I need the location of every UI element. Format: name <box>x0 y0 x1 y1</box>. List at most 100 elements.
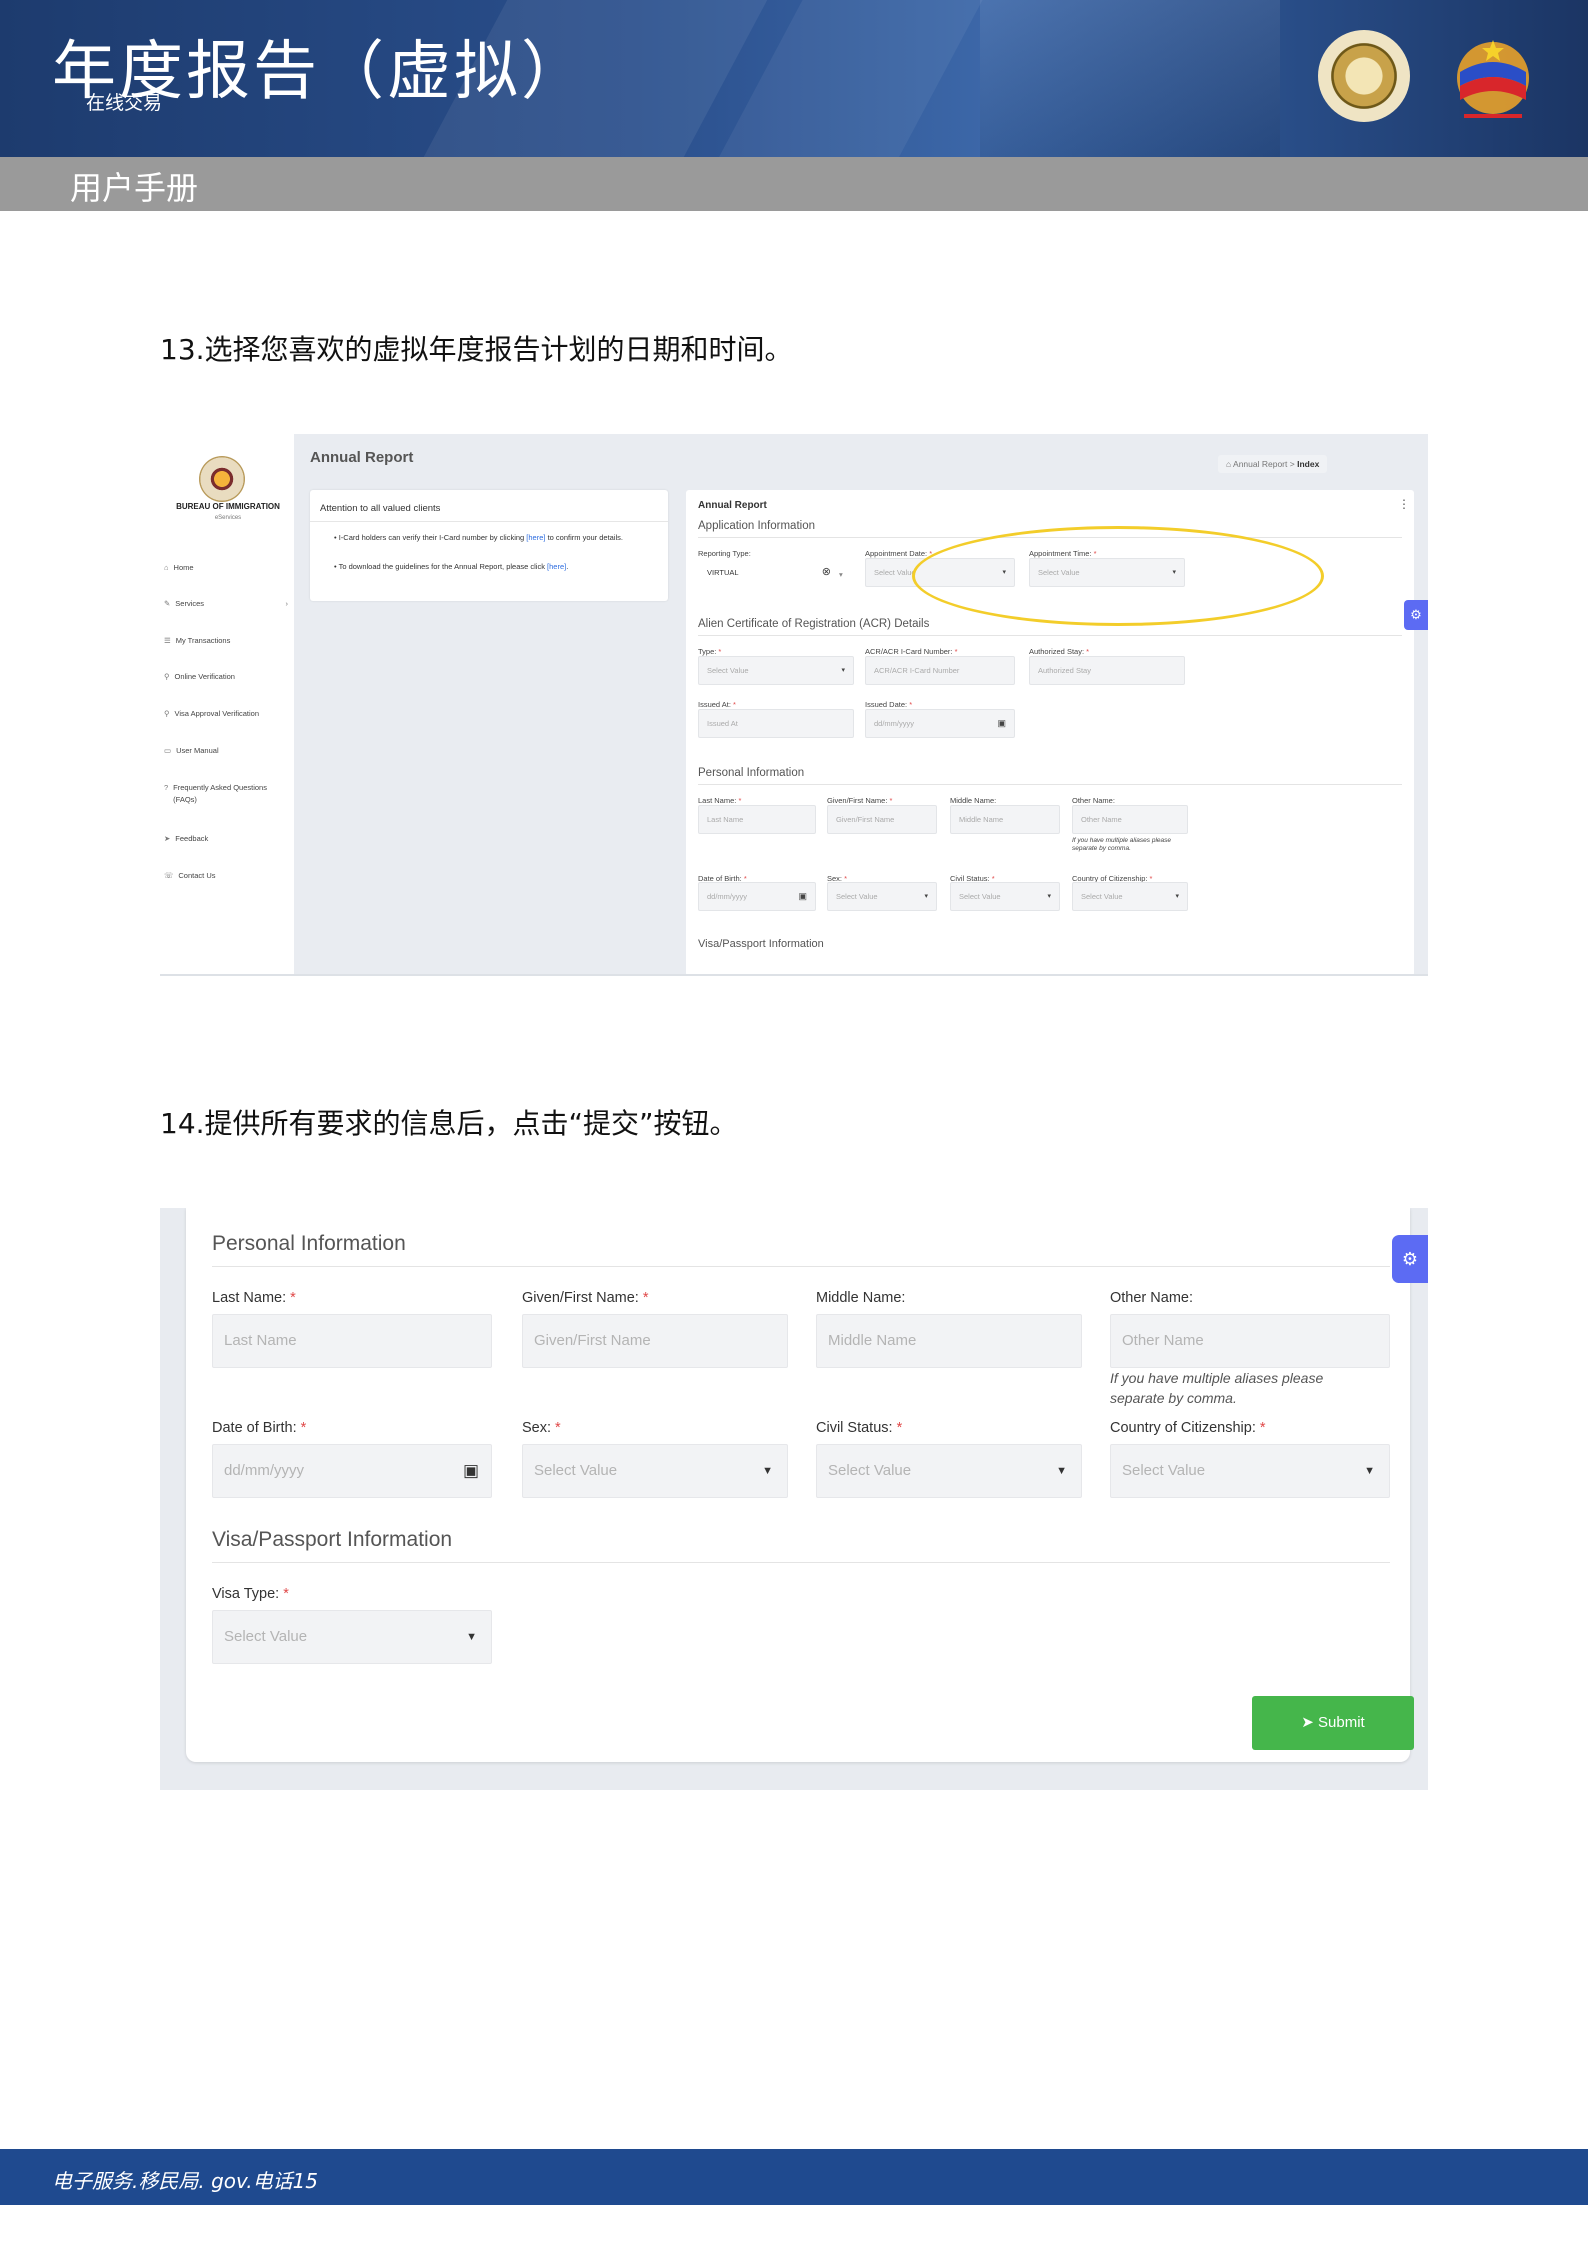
settings-gear-icon[interactable]: ⚙ <box>1404 600 1428 630</box>
chevron-down-icon: ▾ <box>839 570 843 579</box>
submit-button[interactable]: ➤ Submit <box>1252 1696 1414 1750</box>
attention-title: Attention to all valued clients <box>320 503 441 514</box>
authorized-stay-input[interactable]: Authorized Stay <box>1029 656 1185 685</box>
home-icon: ⌂ <box>1226 459 1234 469</box>
other-name-input[interactable]: Other Name <box>1110 1314 1390 1368</box>
calendar-icon[interactable]: ▣ <box>997 710 1006 737</box>
type-select[interactable]: Select Value ▾ <box>698 656 854 685</box>
sidebar-item-online-verification[interactable]: ⚲ Online Verification <box>164 672 292 681</box>
send-icon: ➤ <box>164 834 171 843</box>
chevron-down-icon: ▼ <box>1364 1465 1375 1477</box>
sidebar-item-my-transactions[interactable]: ☰ My Transactions <box>164 636 292 645</box>
sidebar: BUREAU OF IMMIGRATION eServices ⌂ Home ✎ S… <box>160 434 294 976</box>
sidebar-item-user-manual[interactable]: ▭ User Manual <box>164 746 292 755</box>
acr-number-label: ACR/ACR I-Card Number: * <box>865 647 958 656</box>
question-icon: ? <box>164 783 169 792</box>
authorized-stay-label: Authorized Stay: * <box>1029 647 1090 656</box>
middle-name-input[interactable]: Middle Name <box>950 805 1060 834</box>
here-link[interactable]: [here] <box>526 533 545 542</box>
country-label: Country of Citizenship: * <box>1110 1420 1266 1436</box>
form-title: Annual Report <box>698 500 767 511</box>
section-visa-passport: Visa/Passport Information <box>212 1528 453 1551</box>
reporting-type-label: Reporting Type: <box>698 549 751 558</box>
last-name-label: Last Name: * <box>698 796 742 805</box>
sidebar-item-home[interactable]: ⌂ Home <box>164 563 292 572</box>
last-name-input[interactable]: Last Name <box>212 1314 492 1368</box>
section-personal-information: Personal Information <box>698 767 805 779</box>
bureau-seal-logo <box>1318 30 1410 122</box>
edit-icon: ✎ <box>164 599 171 608</box>
section-visa-passport: Visa/Passport Information <box>698 938 824 950</box>
visa-type-select[interactable]: Select Value ▼ <box>212 1610 492 1664</box>
last-name-input[interactable]: Last Name <box>698 805 816 834</box>
issued-date-input[interactable]: dd/mm/yyyy ▣ <box>865 709 1015 738</box>
search-icon: ⚲ <box>164 672 170 681</box>
divider <box>698 635 1402 636</box>
given-name-input[interactable]: Given/First Name <box>522 1314 788 1368</box>
chevron-down-icon: ▾ <box>841 667 845 674</box>
issued-at-input[interactable]: Issued At <box>698 709 854 738</box>
section-bar-title: 用户手册 <box>70 169 199 207</box>
breadcrumb: ⌂ Annual Report > Index <box>1218 455 1328 473</box>
section-acr-details: Alien Certificate of Registration (ACR) … <box>698 618 930 630</box>
sex-select[interactable]: Select Value ▾ <box>827 882 937 911</box>
attention-card: Attention to all valued clients • I-Card… <box>310 490 668 601</box>
here-link[interactable]: [here] <box>547 562 566 571</box>
page-title: Annual Report <box>310 449 414 466</box>
chevron-down-icon: ▼ <box>1056 1465 1067 1477</box>
divider <box>212 1266 1390 1267</box>
civil-status-select[interactable]: Select Value ▾ <box>950 882 1060 911</box>
chevron-down-icon: ▾ <box>924 893 928 900</box>
other-name-input[interactable]: Other Name <box>1072 805 1188 834</box>
send-icon: ➤ <box>1301 1714 1319 1731</box>
settings-gear-icon[interactable]: ⚙ <box>1392 1235 1428 1283</box>
acr-number-input[interactable]: ACR/ACR I-Card Number <box>865 656 1015 685</box>
bureau-logo <box>199 456 245 502</box>
divider <box>698 784 1402 785</box>
form-card: Personal Information Last Name: * Last N… <box>186 1208 1414 1762</box>
middle-name-input[interactable]: Middle Name <box>816 1314 1082 1368</box>
sidebar-item-feedback[interactable]: ➤ Feedback <box>164 834 292 843</box>
sidebar-item-contact-us[interactable]: ☏ Contact Us <box>164 871 292 880</box>
banner-decoration <box>980 0 1280 157</box>
philippine-flag-logo <box>1457 40 1529 118</box>
civil-status-select[interactable]: Select Value ▼ <box>816 1444 1082 1498</box>
document-subtitle: 在线交易 <box>86 92 163 114</box>
country-select[interactable]: Select Value ▾ <box>1072 882 1188 911</box>
middle-name-label: Middle Name: <box>950 796 997 805</box>
country-select[interactable]: Select Value ▼ <box>1110 1444 1390 1498</box>
sidebar-item-visa-approval-verification[interactable]: ⚲ Visa Approval Verification <box>164 709 292 718</box>
attention-item-guidelines: • To download the guidelines for the Ann… <box>334 562 569 571</box>
breadcrumb-separator: > <box>1289 459 1295 469</box>
step-14-text: 14.提供所有要求的信息后，点击“提交”按钮。 <box>160 1107 738 1140</box>
other-name-label: Other Name: <box>1072 796 1115 805</box>
type-label: Type: * <box>698 647 722 656</box>
civil-status-label: Civil Status: * <box>816 1420 903 1436</box>
section-personal-information: Personal Information <box>212 1232 406 1255</box>
highlight-circle-annotation <box>912 526 1324 626</box>
calendar-icon[interactable]: ▣ <box>463 1445 479 1497</box>
other-name-hint: If you have multiple aliases please sepa… <box>1072 837 1172 852</box>
sidebar-item-faqs[interactable]: ? Frequently Asked Questions (FAQs) <box>164 782 284 806</box>
calendar-icon[interactable]: ▣ <box>798 883 807 910</box>
attention-item-icard: • I-Card holders can verify their I-Card… <box>334 533 624 542</box>
chevron-down-icon: ▼ <box>466 1631 477 1643</box>
given-name-input[interactable]: Given/First Name <box>827 805 937 834</box>
chevron-down-icon: ▾ <box>1047 893 1051 900</box>
breadcrumb-parent[interactable]: Annual Report <box>1233 459 1287 469</box>
footer-text: 电子服务.移民局. gov.电话15 <box>52 2169 319 2193</box>
dob-input[interactable]: dd/mm/yyyy ▣ <box>212 1444 492 1498</box>
other-name-hint: If you have multiple aliases please sepa… <box>1110 1370 1324 1406</box>
more-options-icon[interactable]: ⋮ <box>1398 497 1410 511</box>
screenshot-appointment-form: BUREAU OF IMMIGRATION eServices ⌂ Home ✎ S… <box>160 434 1428 976</box>
sidebar-item-services[interactable]: ✎ Services › <box>164 599 292 608</box>
list-icon: ☰ <box>164 636 171 645</box>
clear-icon[interactable]: ⊗ <box>822 559 831 586</box>
sex-select[interactable]: Select Value ▼ <box>522 1444 788 1498</box>
chevron-down-icon: ▼ <box>762 1465 773 1477</box>
search-icon: ⚲ <box>164 709 170 718</box>
reporting-type-select[interactable]: VIRTUAL ⊗ <box>698 558 836 587</box>
dob-input[interactable]: dd/mm/yyyy ▣ <box>698 882 816 911</box>
other-name-label: Other Name: <box>1110 1290 1193 1306</box>
last-name-label: Last Name: * <box>212 1290 296 1306</box>
